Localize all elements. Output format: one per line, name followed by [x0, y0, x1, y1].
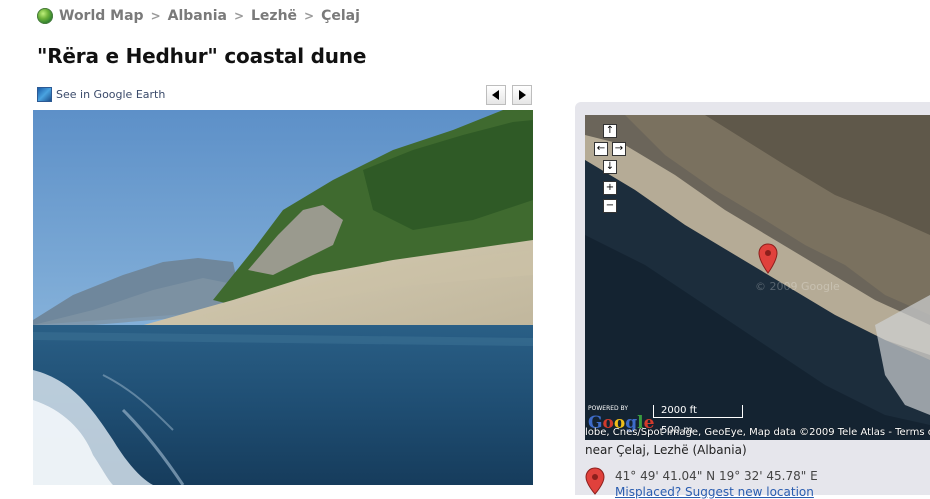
- coordinates-text: 41° 49' 41.04" N 19° 32' 45.78" E: [615, 469, 818, 483]
- map-marker-icon[interactable]: [758, 243, 778, 275]
- arrow-up-icon: ↑: [605, 125, 615, 136]
- pan-right-button[interactable]: →: [612, 142, 626, 156]
- map-copyright: lobe, Cnes/Spot Image, GeoEye, Map data …: [585, 427, 930, 438]
- page-title: "Rëra e Hedhur" coastal dune: [37, 44, 367, 68]
- breadcrumb-item-celaj[interactable]: Çelaj: [321, 8, 360, 24]
- pan-left-button[interactable]: ←: [594, 142, 608, 156]
- near-location-text: near Çelaj, Lezhë (Albania): [585, 443, 747, 457]
- previous-photo-button[interactable]: [486, 85, 506, 105]
- map-scale-label-imperial: 2000 ft: [661, 405, 697, 416]
- zoom-out-button[interactable]: −: [603, 199, 617, 213]
- pan-up-button[interactable]: ↑: [603, 124, 617, 138]
- breadcrumb-separator: >: [150, 9, 161, 23]
- powered-by-label: POWERED BY: [588, 405, 629, 412]
- breadcrumb-item-albania[interactable]: Albania: [168, 8, 227, 24]
- breadcrumb-separator: >: [304, 9, 315, 23]
- breadcrumb-separator: >: [233, 9, 245, 23]
- zoom-in-button[interactable]: +: [603, 181, 617, 195]
- pan-down-button[interactable]: ↓: [603, 160, 617, 174]
- breadcrumb: World Map > Albania > Lezhë > Çelaj: [37, 6, 360, 26]
- triangle-left-icon: [492, 90, 499, 100]
- google-earth-label[interactable]: See in Google Earth: [56, 88, 165, 101]
- arrow-left-icon: ←: [596, 143, 606, 154]
- location-marker-icon: [585, 467, 605, 495]
- google-earth-icon: [37, 87, 52, 102]
- globe-icon[interactable]: [37, 8, 53, 24]
- google-earth-link[interactable]: See in Google Earth: [37, 87, 165, 102]
- satellite-imagery: © 2009 Google: [585, 115, 930, 440]
- map-watermark: © 2009 Google: [755, 280, 840, 293]
- triangle-right-icon: [519, 90, 526, 100]
- satellite-map[interactable]: © 2009 Google ↑ ← → ↓ + − POWERED BY Goo…: [585, 115, 930, 440]
- breadcrumb-item-world-map[interactable]: World Map: [59, 8, 144, 24]
- arrow-right-icon: →: [614, 143, 624, 154]
- suggest-location-link[interactable]: Misplaced? Suggest new location: [615, 485, 814, 499]
- next-photo-button[interactable]: [512, 85, 532, 105]
- location-photo[interactable]: [33, 110, 533, 485]
- breadcrumb-item-lezhe[interactable]: Lezhë: [251, 8, 297, 24]
- arrow-down-icon: ↓: [605, 161, 615, 172]
- coastal-dune-photo: [33, 110, 533, 485]
